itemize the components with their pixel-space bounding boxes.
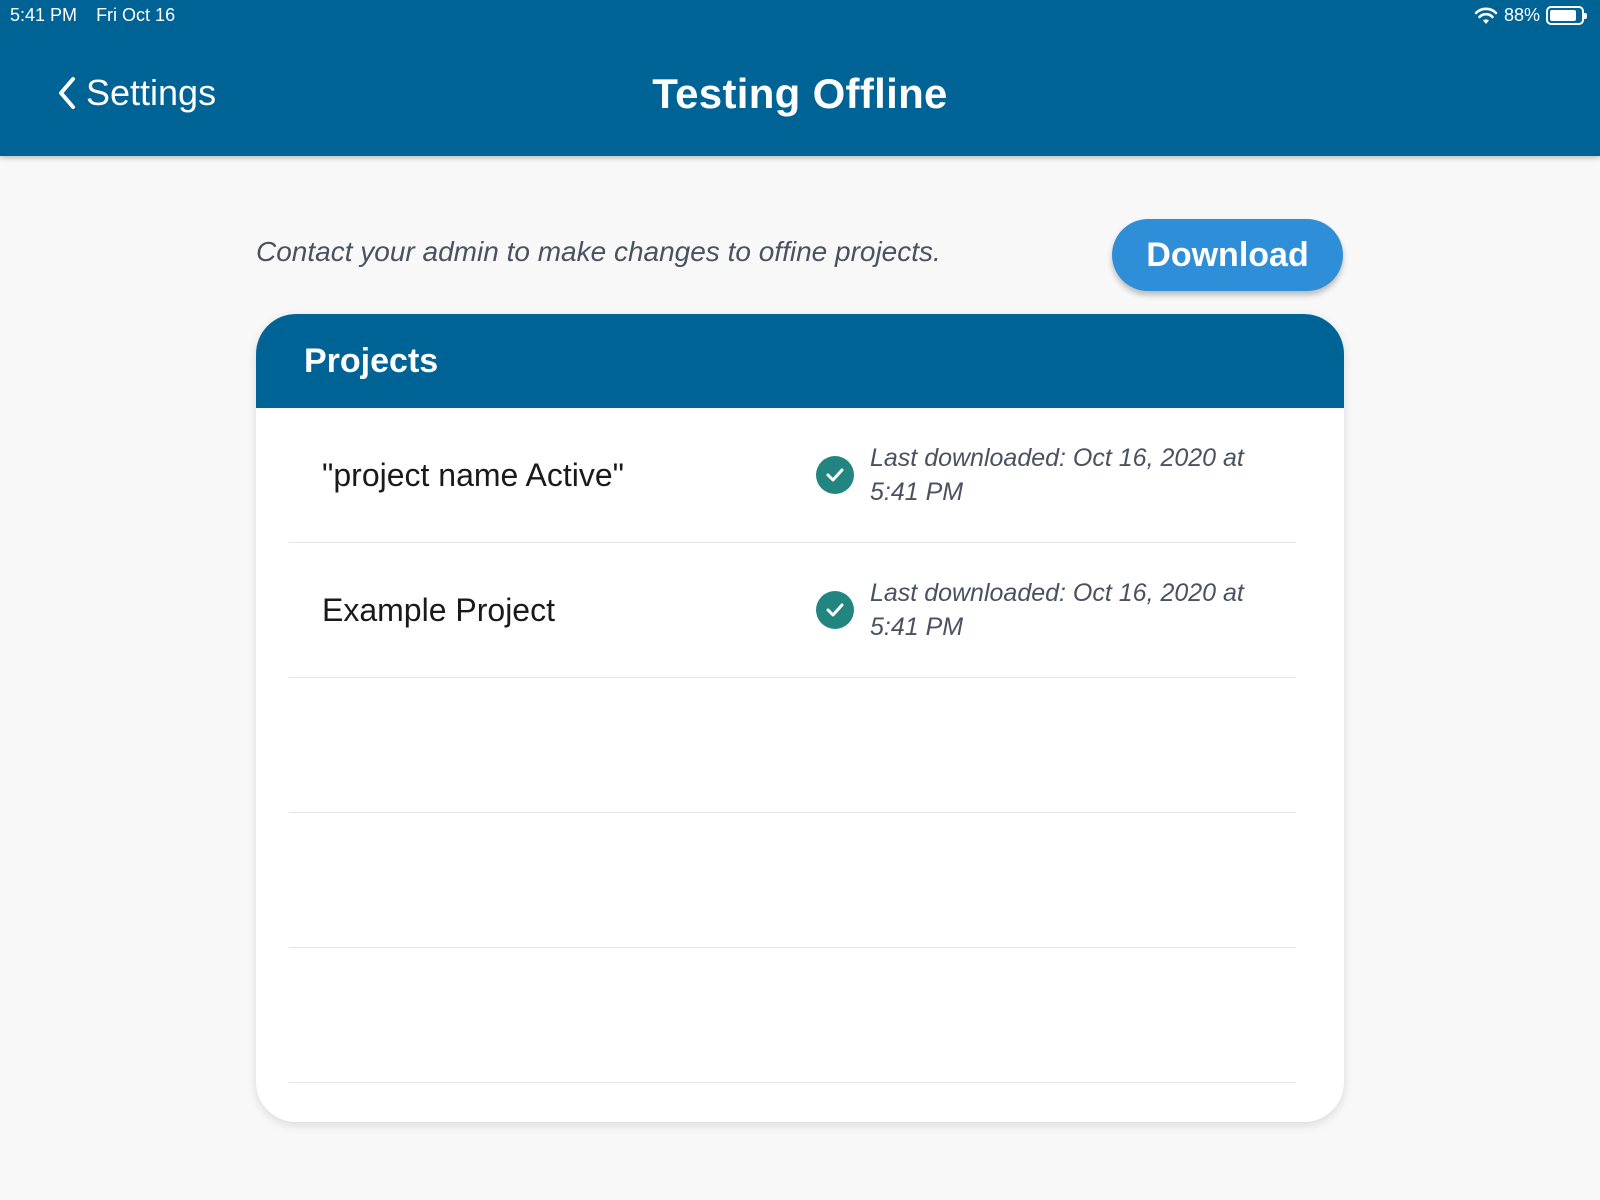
check-circle-icon [816,591,854,629]
empty-row [289,948,1296,1083]
projects-card: Projects "project name Active" Last down… [256,314,1344,1122]
last-downloaded-text: Last downloaded: Oct 16, 2020 at 5:41 PM [870,579,1244,641]
project-row[interactable]: "project name Active" Last downloaded: O… [289,408,1296,543]
project-name: "project name Active" [322,456,624,493]
download-status: Last downloaded: Oct 16, 2020 at 5:41 PM [816,576,1250,644]
status-time: 5:41 PM [10,5,78,25]
wifi-icon [1474,7,1498,24]
status-bar-right: 88% [1474,5,1587,26]
battery-icon [1546,6,1587,25]
check-circle-icon [816,456,854,494]
battery-fill [1550,10,1577,21]
status-date: Fri Oct 16 [96,5,176,25]
status-bar-left: 5:41 PM Fri Oct 16 [10,5,189,26]
admin-notice: Contact your admin to make changes to of… [256,236,941,267]
navigation-bar: 5:41 PM Fri Oct 16 88% Settings Testing … [0,0,1600,156]
empty-row [289,813,1296,948]
page-title: Testing Offline [652,70,948,117]
projects-list: "project name Active" Last downloaded: O… [256,408,1344,1083]
last-downloaded-text: Last downloaded: Oct 16, 2020 at 5:41 PM [870,444,1244,506]
empty-row [289,678,1296,813]
download-button[interactable]: Download [1112,219,1343,291]
project-row[interactable]: Example Project Last downloaded: Oct 16,… [289,543,1296,678]
projects-header: Projects [256,314,1344,408]
battery-percent: 88% [1503,5,1540,25]
project-name: Example Project [322,591,555,628]
download-status: Last downloaded: Oct 16, 2020 at 5:41 PM [816,441,1250,509]
